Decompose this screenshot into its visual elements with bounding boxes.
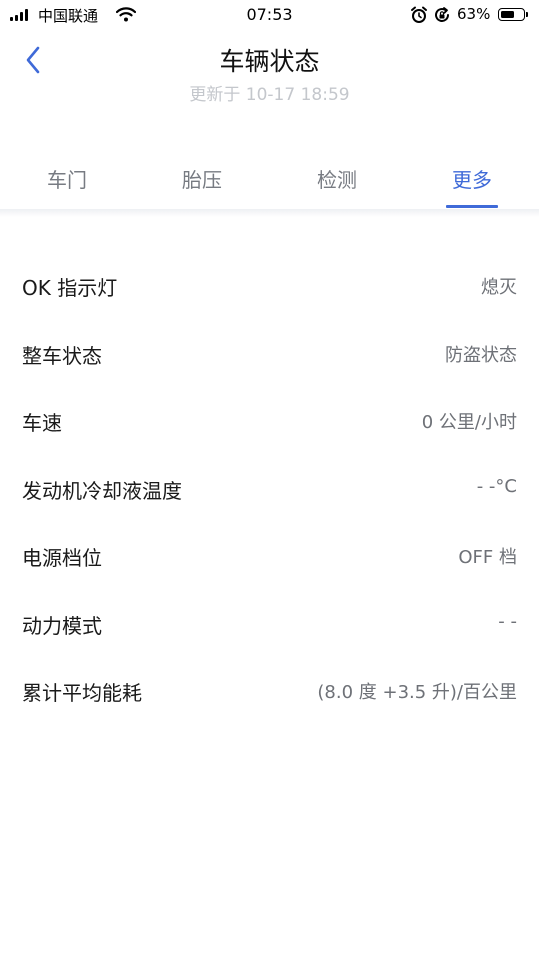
tab-inspection[interactable]: 检测 xyxy=(287,164,387,193)
list-item-ok-indicator: OK 指示灯 熄灭 xyxy=(0,252,539,320)
page-title: 车辆状态 xyxy=(219,47,320,76)
tab-bar: 车门 胎压 检测 更多 xyxy=(0,150,539,210)
list-item-speed: 车速 0 公里/小时 xyxy=(0,387,539,455)
battery-percent: 63% xyxy=(457,5,491,23)
row-label: 车速 xyxy=(22,411,62,435)
tab-tire-pressure[interactable]: 胎压 xyxy=(152,164,252,193)
tab-bar-divider xyxy=(0,209,539,217)
tab-more[interactable]: 更多 xyxy=(422,164,522,193)
row-label: 电源档位 xyxy=(22,546,102,570)
row-label: 动力模式 xyxy=(22,613,102,638)
list-item-coolant-temperature: 发动机冷却液温度 - -°C xyxy=(0,455,539,523)
tab-doors[interactable]: 车门 xyxy=(17,164,117,193)
battery-nub xyxy=(526,12,528,17)
row-label: 累计平均能耗 xyxy=(22,681,142,705)
row-label: 整车状态 xyxy=(22,343,102,368)
list-item-power-mode: 动力模式 - - xyxy=(0,590,539,658)
row-label: OK 指示灯 xyxy=(22,276,118,300)
alarm-clock-icon xyxy=(410,6,428,28)
rotation-lock-icon xyxy=(433,6,451,28)
list-item-vehicle-state: 整车状态 防盗状态 xyxy=(0,320,539,388)
row-value: 0 公里/小时 xyxy=(421,412,517,433)
list-item-power-gear: 电源档位 OFF 档 xyxy=(0,522,539,590)
row-value: - -°C xyxy=(476,475,517,497)
list-item-average-consumption: 累计平均能耗 (8.0 度 +3.5 升)/百公里 xyxy=(0,657,539,725)
row-label: 发动机冷却液温度 xyxy=(22,478,182,503)
battery-fill xyxy=(501,11,514,18)
row-value: - - xyxy=(498,610,517,632)
status-bar: 中国联通 07:53 63% xyxy=(0,0,539,30)
vehicle-status-list: OK 指示灯 熄灭 整车状态 防盗状态 车速 0 公里/小时 发动机冷却液温度 … xyxy=(0,252,539,725)
active-tab-indicator xyxy=(446,205,498,208)
update-time: 更新于 10-17 18:59 xyxy=(189,85,350,105)
row-value: OFF 档 xyxy=(458,547,517,568)
battery-icon xyxy=(498,8,525,21)
row-value: 熄灭 xyxy=(481,277,517,298)
row-value: 防盗状态 xyxy=(445,344,517,366)
row-value: (8.0 度 +3.5 升)/百公里 xyxy=(317,682,517,703)
